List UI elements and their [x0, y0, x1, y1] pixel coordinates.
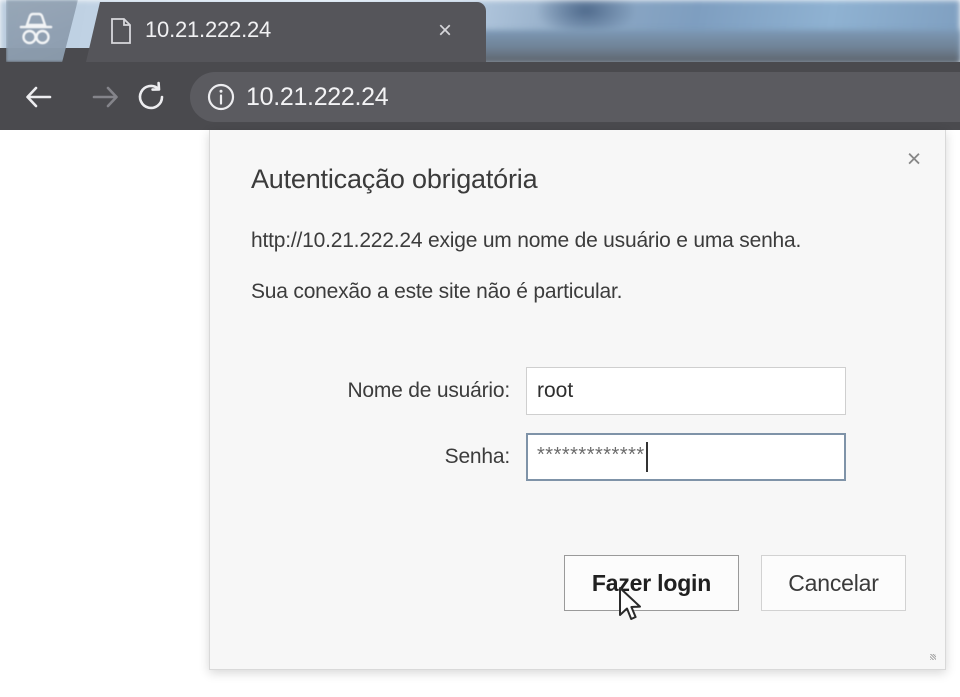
dialog-message-secondary: Sua conexão a este site não é particular… — [251, 280, 623, 303]
password-input[interactable]: ************* — [526, 433, 846, 481]
forward-button — [84, 76, 126, 118]
back-button[interactable] — [18, 76, 60, 118]
reload-button[interactable] — [130, 76, 172, 118]
cancel-button[interactable]: Cancelar — [761, 555, 906, 611]
tab-title: 10.21.222.24 — [145, 17, 272, 42]
dialog-button-bar: Fazer login Cancelar — [251, 555, 906, 611]
username-row: Nome de usuário: — [251, 367, 906, 415]
password-label: Senha: — [444, 445, 511, 468]
tab-strip: 10.21.222.24 × — [0, 0, 960, 62]
arrow-left-icon — [26, 86, 52, 108]
username-label: Nome de usuário: — [347, 379, 510, 402]
browser-window: 10.21.222.24 × 10.21.222.24 × Autenticaç… — [0, 0, 960, 697]
text-caret — [645, 442, 648, 472]
close-icon[interactable]: × — [897, 142, 931, 176]
username-input[interactable] — [526, 367, 846, 415]
incognito-hat-glasses-icon — [19, 12, 53, 45]
password-masked-value: ************* — [537, 444, 645, 466]
password-row: Senha: ************* — [251, 433, 906, 481]
tab-close-icon[interactable]: × — [432, 18, 458, 44]
address-bar-url[interactable]: 10.21.222.24 — [246, 80, 906, 114]
submit-login-button[interactable]: Fazer login — [564, 555, 739, 611]
authentication-dialog: × Autenticação obrigatória http://10.21.… — [209, 130, 946, 670]
info-circle-icon[interactable] — [206, 82, 236, 112]
dialog-title: Autenticação obrigatória — [251, 164, 538, 194]
page-document-icon — [111, 18, 131, 44]
arrow-right-icon — [92, 86, 118, 108]
reload-icon — [138, 81, 164, 110]
resize-grip-icon[interactable] — [930, 654, 936, 660]
dialog-message-primary: http://10.21.222.24 exige um nome de usu… — [251, 229, 802, 252]
